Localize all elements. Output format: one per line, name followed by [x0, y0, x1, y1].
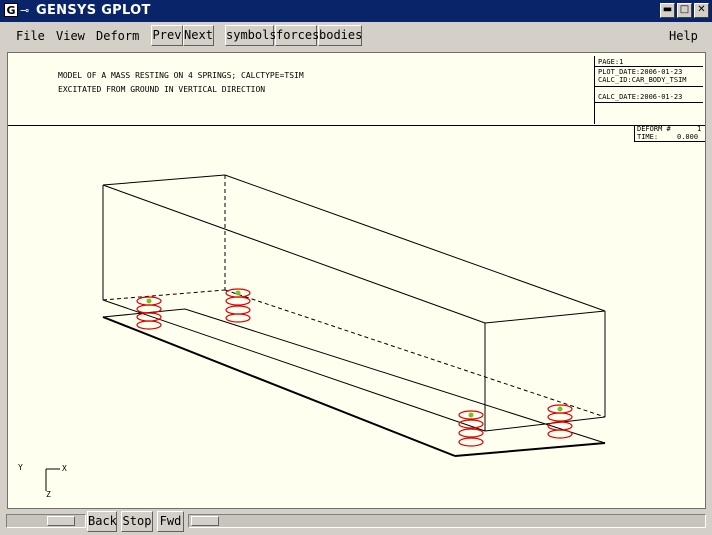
- left-scrollbar[interactable]: [6, 514, 86, 528]
- marker-group: [146, 290, 563, 418]
- left-scroll-thumb[interactable]: [47, 516, 75, 526]
- connection-marker: [235, 290, 241, 296]
- title-bar: G ⊸ GENSYS GPLOT ▬ □ ✕: [0, 0, 712, 22]
- app-icon[interactable]: G: [4, 3, 18, 17]
- axis-label-y: Y: [18, 463, 23, 472]
- ground-plate-edge: [102, 316, 456, 457]
- spring-group: [136, 288, 573, 447]
- time-scrollbar[interactable]: [188, 514, 706, 528]
- body-box: [102, 174, 606, 432]
- maximize-icon[interactable]: □: [677, 3, 692, 18]
- minimize-icon[interactable]: ▬: [660, 3, 675, 18]
- connection-marker: [557, 406, 563, 412]
- symbols-button[interactable]: symbols: [225, 25, 277, 46]
- menu-deform[interactable]: Deform: [96, 29, 139, 43]
- next-button[interactable]: Next: [183, 25, 214, 46]
- back-button[interactable]: Back: [87, 511, 117, 532]
- axis-triad: [45, 468, 60, 491]
- forces-button[interactable]: forces: [275, 25, 319, 46]
- connection-marker: [146, 298, 152, 304]
- prev-button[interactable]: Prev: [151, 25, 183, 46]
- axis-label-z: Z: [46, 490, 51, 499]
- menu-help[interactable]: Help: [669, 29, 698, 43]
- fwd-button[interactable]: Fwd: [157, 511, 184, 532]
- time-scroll-thumb[interactable]: [191, 516, 219, 526]
- bodies-button[interactable]: bodies: [318, 25, 362, 46]
- menu-file[interactable]: File: [16, 29, 45, 43]
- bottom-bar: Back Stop Fwd: [0, 509, 712, 535]
- menu-view[interactable]: View: [56, 29, 85, 43]
- plot-area[interactable]: MODEL OF A MASS RESTING ON 4 SPRINGS; CA…: [7, 52, 706, 509]
- pin-icon[interactable]: ⊸: [20, 5, 29, 17]
- window-title: GENSYS GPLOT: [36, 3, 151, 18]
- close-icon[interactable]: ✕: [694, 3, 709, 18]
- ground-plate: [102, 308, 606, 457]
- stop-button[interactable]: Stop: [121, 511, 153, 532]
- connection-marker: [468, 412, 474, 418]
- axis-label-x: X: [62, 464, 67, 473]
- model-drawing: [45, 174, 606, 491]
